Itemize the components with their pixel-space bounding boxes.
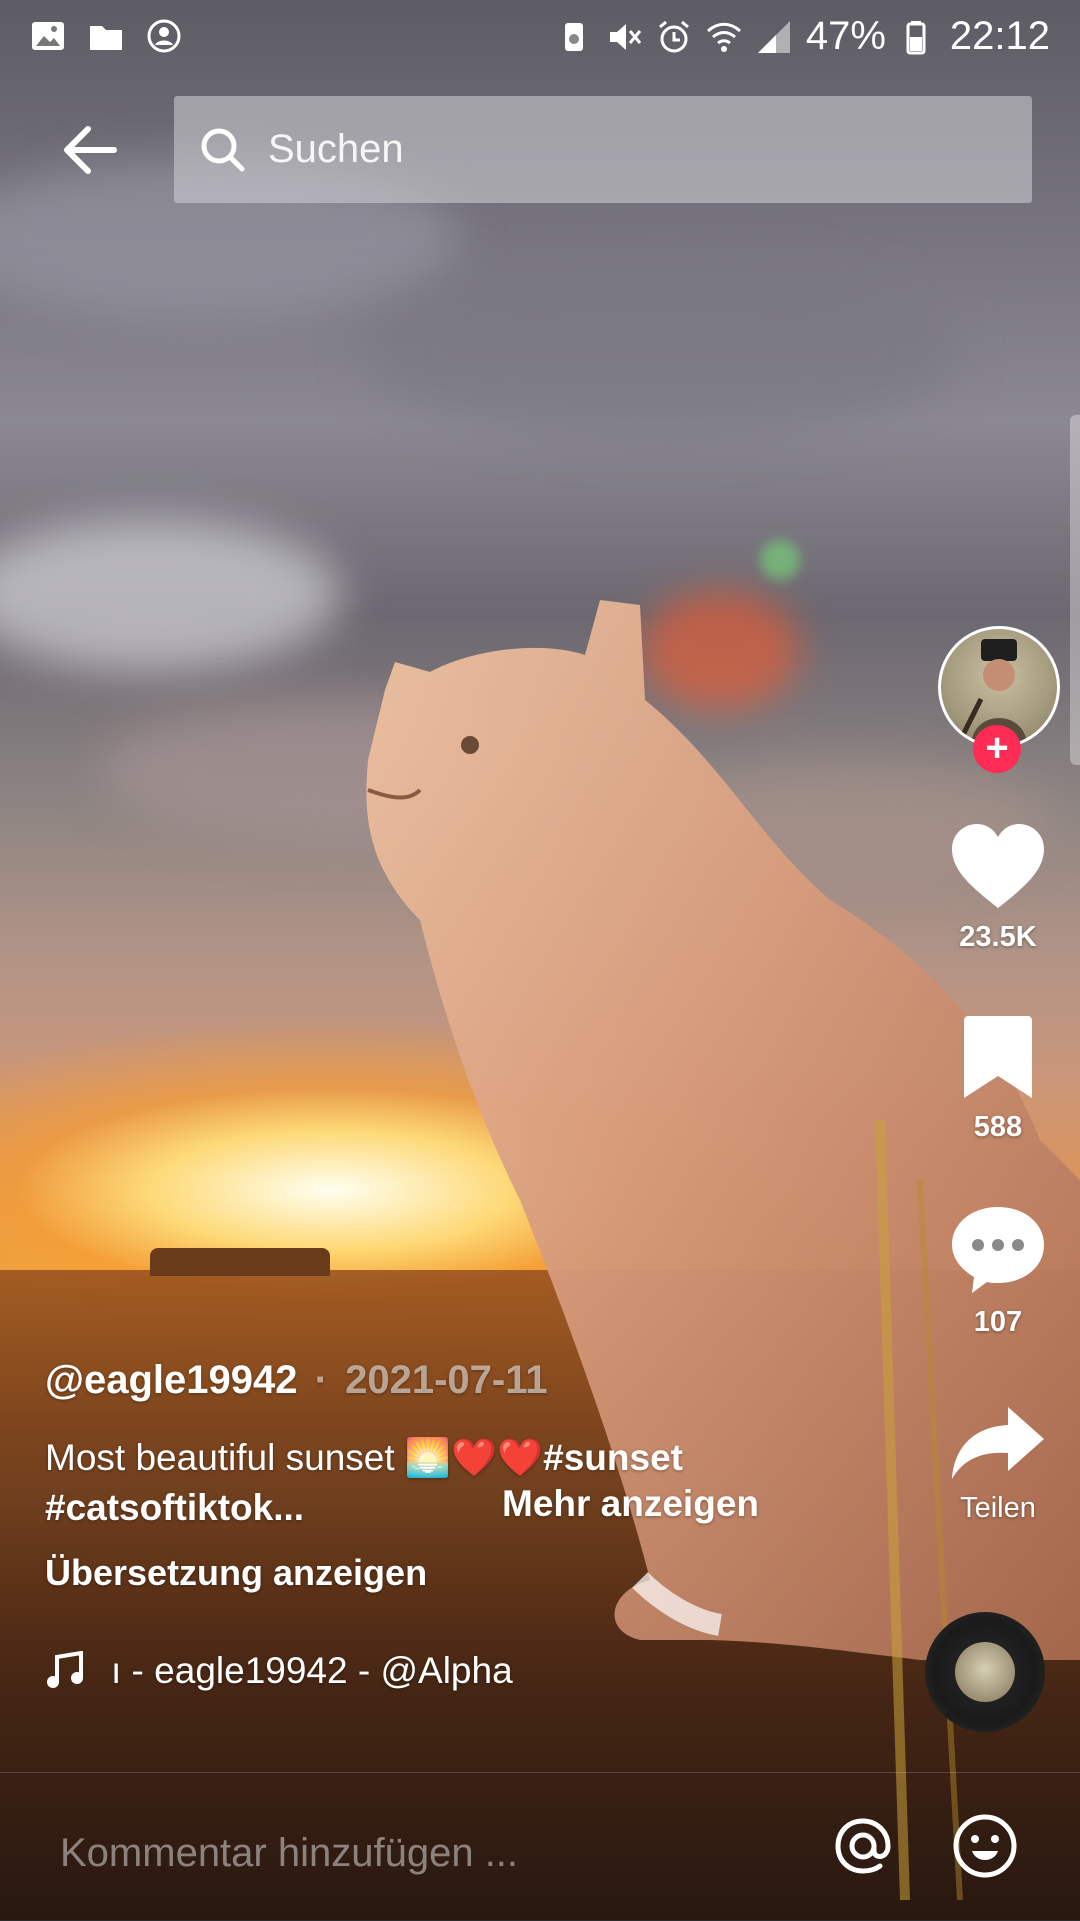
wifi-icon [706,22,741,52]
follow-button[interactable]: + [973,725,1021,773]
battery-icon [906,20,926,54]
account-icon [147,19,181,53]
search-placeholder: Suchen [268,127,404,171]
music-disc[interactable] [925,1612,1045,1732]
description-text: Most beautiful sunset 🌅❤️❤️ [45,1437,544,1478]
comment-button[interactable]: 107 [938,1205,1058,1339]
comment-input[interactable]: Kommentar hinzufügen ... [60,1831,518,1876]
scroll-indicator [1070,415,1080,765]
video-background[interactable] [0,0,1080,1920]
bookmark-icon [964,1016,1032,1098]
heart-icon [952,824,1044,908]
music-note-icon [47,1651,83,1688]
post-meta: @eagle19942 · 2021-07-11 [45,1358,548,1403]
music-info[interactable]: ı - eagle19942 - @Alpha [45,1650,513,1692]
hashtag-sunset[interactable]: #sunset [543,1437,683,1478]
back-arrow-icon[interactable] [60,120,120,180]
share-button[interactable]: Teilen [938,1405,1058,1525]
battery-saver-icon [564,22,583,51]
mute-icon [609,23,641,50]
status-bar: 47% 22:12 [0,0,1080,76]
comment-count: 107 [973,1306,1023,1338]
post-date: 2021-07-11 [345,1358,548,1402]
at-icon[interactable] [828,1811,898,1881]
signal-icon [757,20,790,53]
comment-icon [952,1207,1044,1293]
show-more-link[interactable]: Mehr anzeigen [502,1483,759,1525]
search-bar[interactable]: Suchen [174,96,1032,203]
translate-link[interactable]: Übersetzung anzeigen [45,1552,427,1594]
folder-icon [90,26,122,50]
music-title: ı - eagle19942 - @Alpha [111,1650,513,1691]
cat-silhouette [366,600,1080,1901]
like-button[interactable]: 23.5K [938,822,1058,954]
hashtag-catsoftiktok[interactable]: #catsoftiktok... [45,1487,304,1528]
bookmark-button[interactable]: 588 [938,1016,1058,1144]
gallery-icon [32,22,64,50]
meta-separator: · [314,1358,328,1402]
username-link[interactable]: @eagle19942 [45,1358,298,1402]
search-icon [201,128,245,171]
emoji-icon[interactable] [950,1811,1020,1881]
comment-bar: Kommentar hinzufügen ... [0,1772,1080,1921]
clock: 22:12 [949,14,1050,58]
share-label: Teilen [960,1492,1036,1524]
like-count: 23.5K [959,921,1037,953]
battery-percent: 47% [805,14,886,58]
bookmark-count: 588 [973,1111,1023,1143]
music-disc-cover [955,1642,1015,1702]
share-icon [952,1407,1044,1479]
alarm-icon [658,20,689,52]
